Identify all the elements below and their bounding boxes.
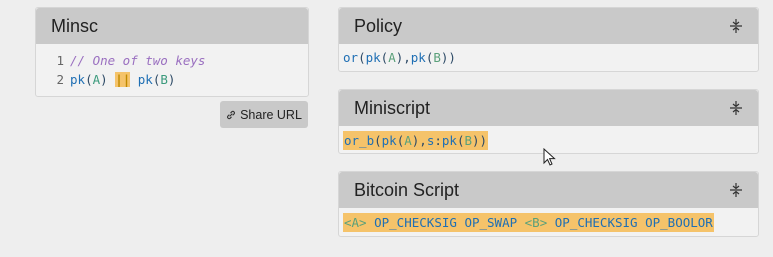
line-number: 1 [56,53,64,68]
policy-title: Policy [354,15,403,36]
policy-header: Policy [339,8,758,44]
script-token: OP_CHECKSIG [554,215,638,230]
script-token: OP_SWAP [464,215,518,230]
code-arg: B [160,72,168,87]
script-token: <B> [524,215,548,230]
minsc-panel: Minsc 1// One of two keys 2 pk(A) || pk(B… [35,7,309,97]
script-token: OP_CHECKSIG [374,215,457,230]
code-fn: pk [70,72,86,87]
share-url-button[interactable]: Share URL [220,101,308,128]
code-line-2[interactable]: 2 pk(A) || pk(B) [51,70,308,89]
code-comment: // One of two keys [70,53,206,68]
script-token: <A> [344,215,367,230]
minsc-title: Minsc [51,15,99,36]
bitcoin-script-output: <A> OP_CHECKSIG OP_SWAP <B> OP_CHECKSIG … [339,208,758,232]
mouse-cursor-icon [543,147,557,173]
bitcoin-script-title: Bitcoin Script [354,179,460,200]
collapse-icon[interactable] [729,182,743,198]
miniscript-title: Miniscript [354,97,431,118]
line-number: 2 [56,72,64,87]
link-icon [226,110,236,120]
policy-panel: Policy or(pk(A),pk(B)) [338,7,759,72]
miniscript-panel: Miniscript or_b(pk(A),s:pk(B)) [338,89,759,154]
share-url-label: Share URL [240,107,302,122]
minsc-header: Minsc [36,8,308,44]
minsc-editor[interactable]: 1// One of two keys 2 pk(A) || pk(B) [36,44,308,89]
code-arg: A [92,72,101,87]
code-line-1[interactable]: 1 // One of two keys [51,51,308,70]
bitcoin-script-header: Bitcoin Script [339,172,758,208]
script-token: OP_BOOLOR [645,215,713,230]
miniscript-output: or_b(pk(A),s:pk(B)) [343,131,489,150]
miniscript-header: Miniscript [339,90,758,126]
policy-output: or(pk(A),pk(B)) [343,50,456,65]
collapse-icon[interactable] [729,100,743,116]
code-fn: pk [137,72,153,87]
collapse-icon[interactable] [729,18,743,34]
bitcoin-script-panel: Bitcoin Script <A> OP_CHECKSIG OP_SWAP <… [338,171,759,237]
code-operator: || [115,72,131,87]
